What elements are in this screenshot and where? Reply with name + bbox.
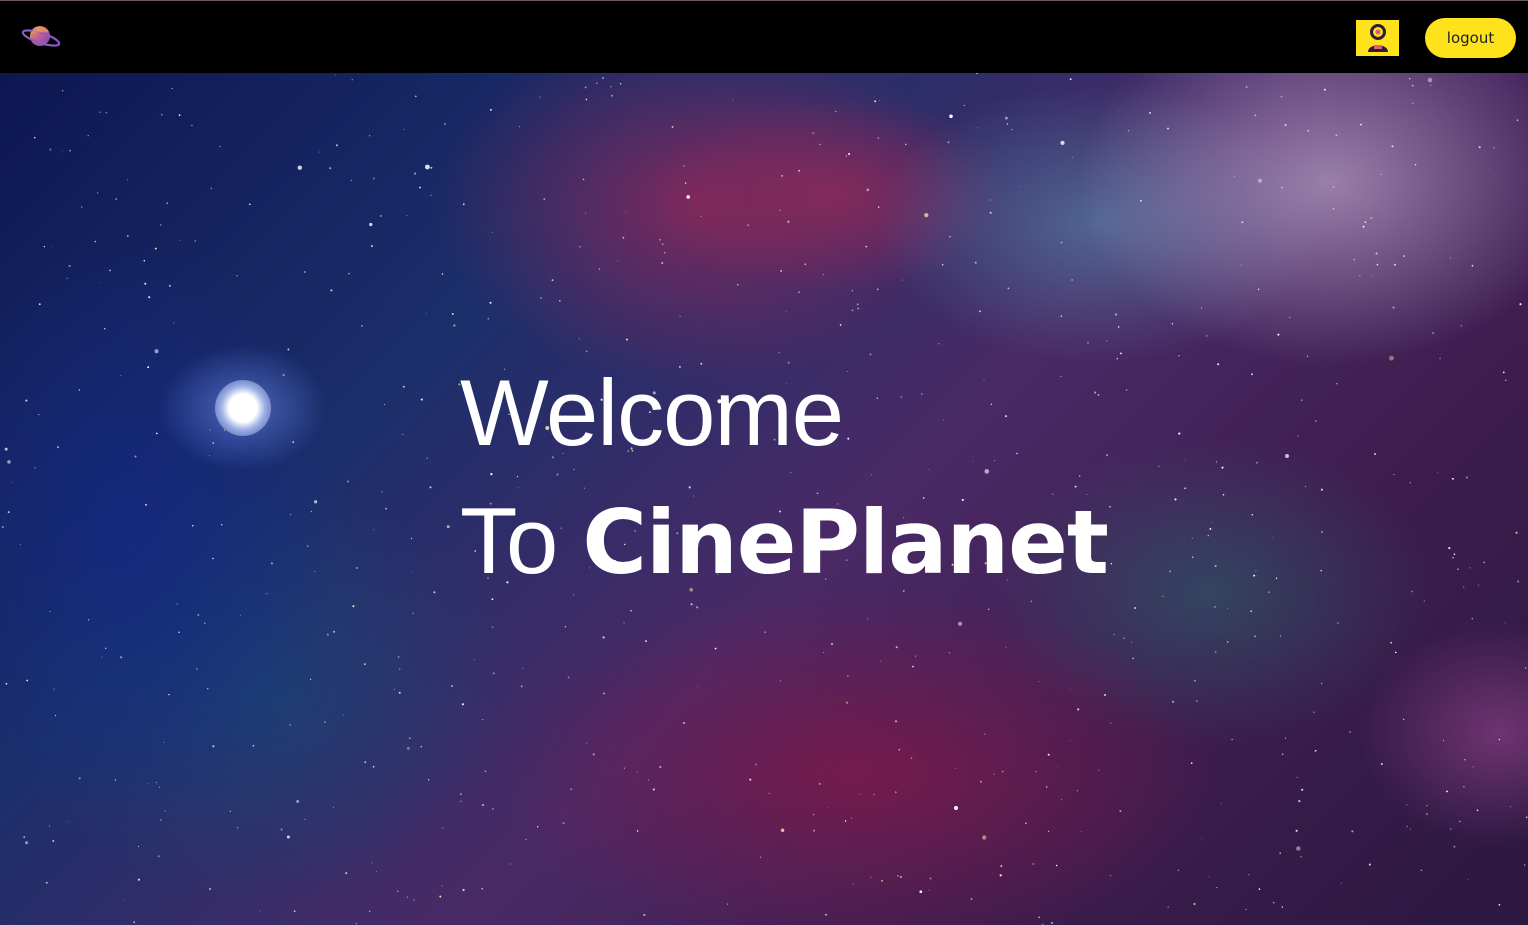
welcome-prefix: To [460,488,583,593]
user-avatar-button[interactable] [1356,20,1399,56]
welcome-line: Welcome [460,360,844,465]
top-navbar: logout [0,0,1528,73]
user-avatar-icon [1367,24,1388,52]
welcome-heading: Welcome To CinePlanet [460,349,1109,607]
bright-star [215,380,271,436]
logout-button[interactable]: logout [1425,18,1516,58]
brand-name: CinePlanet [582,491,1109,594]
hero-banner: Welcome To CinePlanet [0,73,1528,925]
welcome-line-2: To CinePlanet [460,477,1109,607]
planet-icon[interactable] [20,20,62,54]
